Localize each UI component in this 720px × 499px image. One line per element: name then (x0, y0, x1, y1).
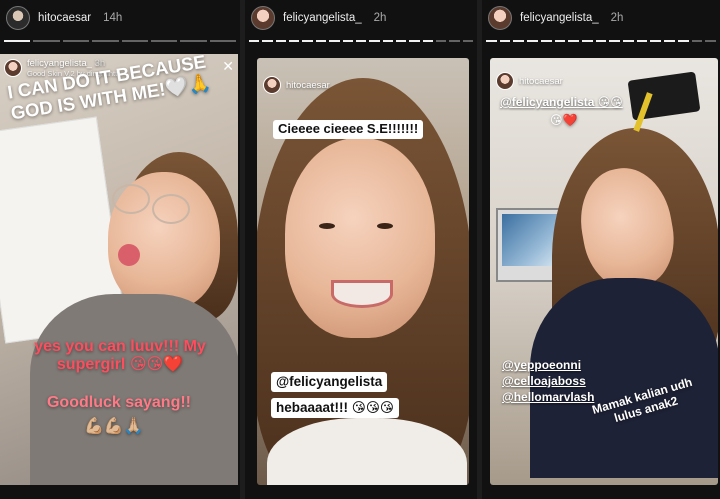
story-mention[interactable]: @felicyangelista (271, 372, 388, 392)
story-tag[interactable]: @yeppoeonni (502, 358, 594, 372)
story-header: felicyangelista_ 2h (245, 0, 477, 36)
story-tags: @yeppoeonni @celloajaboss @hellomarvlash (502, 358, 594, 406)
story-panel-1[interactable]: hitocaesar 14h felicyangelista_ 3h Good … (0, 0, 240, 499)
story-content[interactable]: hitocaesar @felicyangelista 😘😘 😘❤️ @yepp… (490, 58, 718, 485)
story-time: 2h (610, 12, 624, 24)
story-caption-sub: Goodluck sayang!! (46, 394, 192, 411)
story-content[interactable]: felicyangelista_ 3h Good Skin V.2 by din… (0, 54, 238, 485)
story-caption-main: yes you can luuv!!! My supergirl 😘😘❤️ (34, 338, 206, 374)
sweater (30, 294, 238, 485)
avatar[interactable] (488, 6, 512, 30)
story-progress-bar (249, 40, 474, 42)
poster-avatar (4, 59, 22, 77)
story-progress-bar (4, 40, 236, 42)
story-tag[interactable]: @celloajaboss (502, 374, 594, 388)
story-mention-top[interactable]: @felicyangelista 😘😘 (500, 95, 623, 112)
lips (118, 244, 140, 266)
story-panel-2[interactable]: felicyangelista_ 2h hitocaesar Cieeee ci… (245, 0, 477, 499)
story-poster-header: hitocaesar (496, 72, 563, 90)
story-header: hitocaesar 14h (0, 0, 240, 36)
story-panel-3[interactable]: felicyangelista_ 2h hitocaesar @felicyan… (482, 0, 720, 499)
poster-avatar (496, 72, 514, 90)
face (285, 138, 435, 338)
story-tag[interactable]: @hellomarvlash (502, 390, 594, 404)
smile (331, 280, 393, 308)
story-headline: Cieeee cieeee S.E!!!!!!! (273, 120, 424, 139)
avatar[interactable] (6, 6, 30, 30)
story-username[interactable]: hitocaesar (38, 12, 91, 24)
story-poster-header: hitocaesar (263, 76, 330, 94)
story-time: 14h (103, 12, 123, 24)
story-content[interactable]: hitocaesar Cieeee cieeee S.E!!!!!!! @fel… (257, 58, 469, 485)
story-username[interactable]: felicyangelista_ (520, 12, 599, 24)
story-mention-emoji: 😘❤️ (550, 113, 578, 127)
story-caption-emoji: 💪🏼💪🏼🙏🏼 (84, 418, 144, 435)
poster-avatar (263, 76, 281, 94)
story-time: 2h (373, 12, 387, 24)
avatar[interactable] (251, 6, 275, 30)
story-progress-bar (486, 40, 716, 42)
story-header: felicyangelista_ 2h (482, 0, 720, 36)
story-caption: hebaaaat!!! 😘😘😘 (271, 398, 399, 418)
story-username[interactable]: felicyangelista_ (283, 12, 362, 24)
